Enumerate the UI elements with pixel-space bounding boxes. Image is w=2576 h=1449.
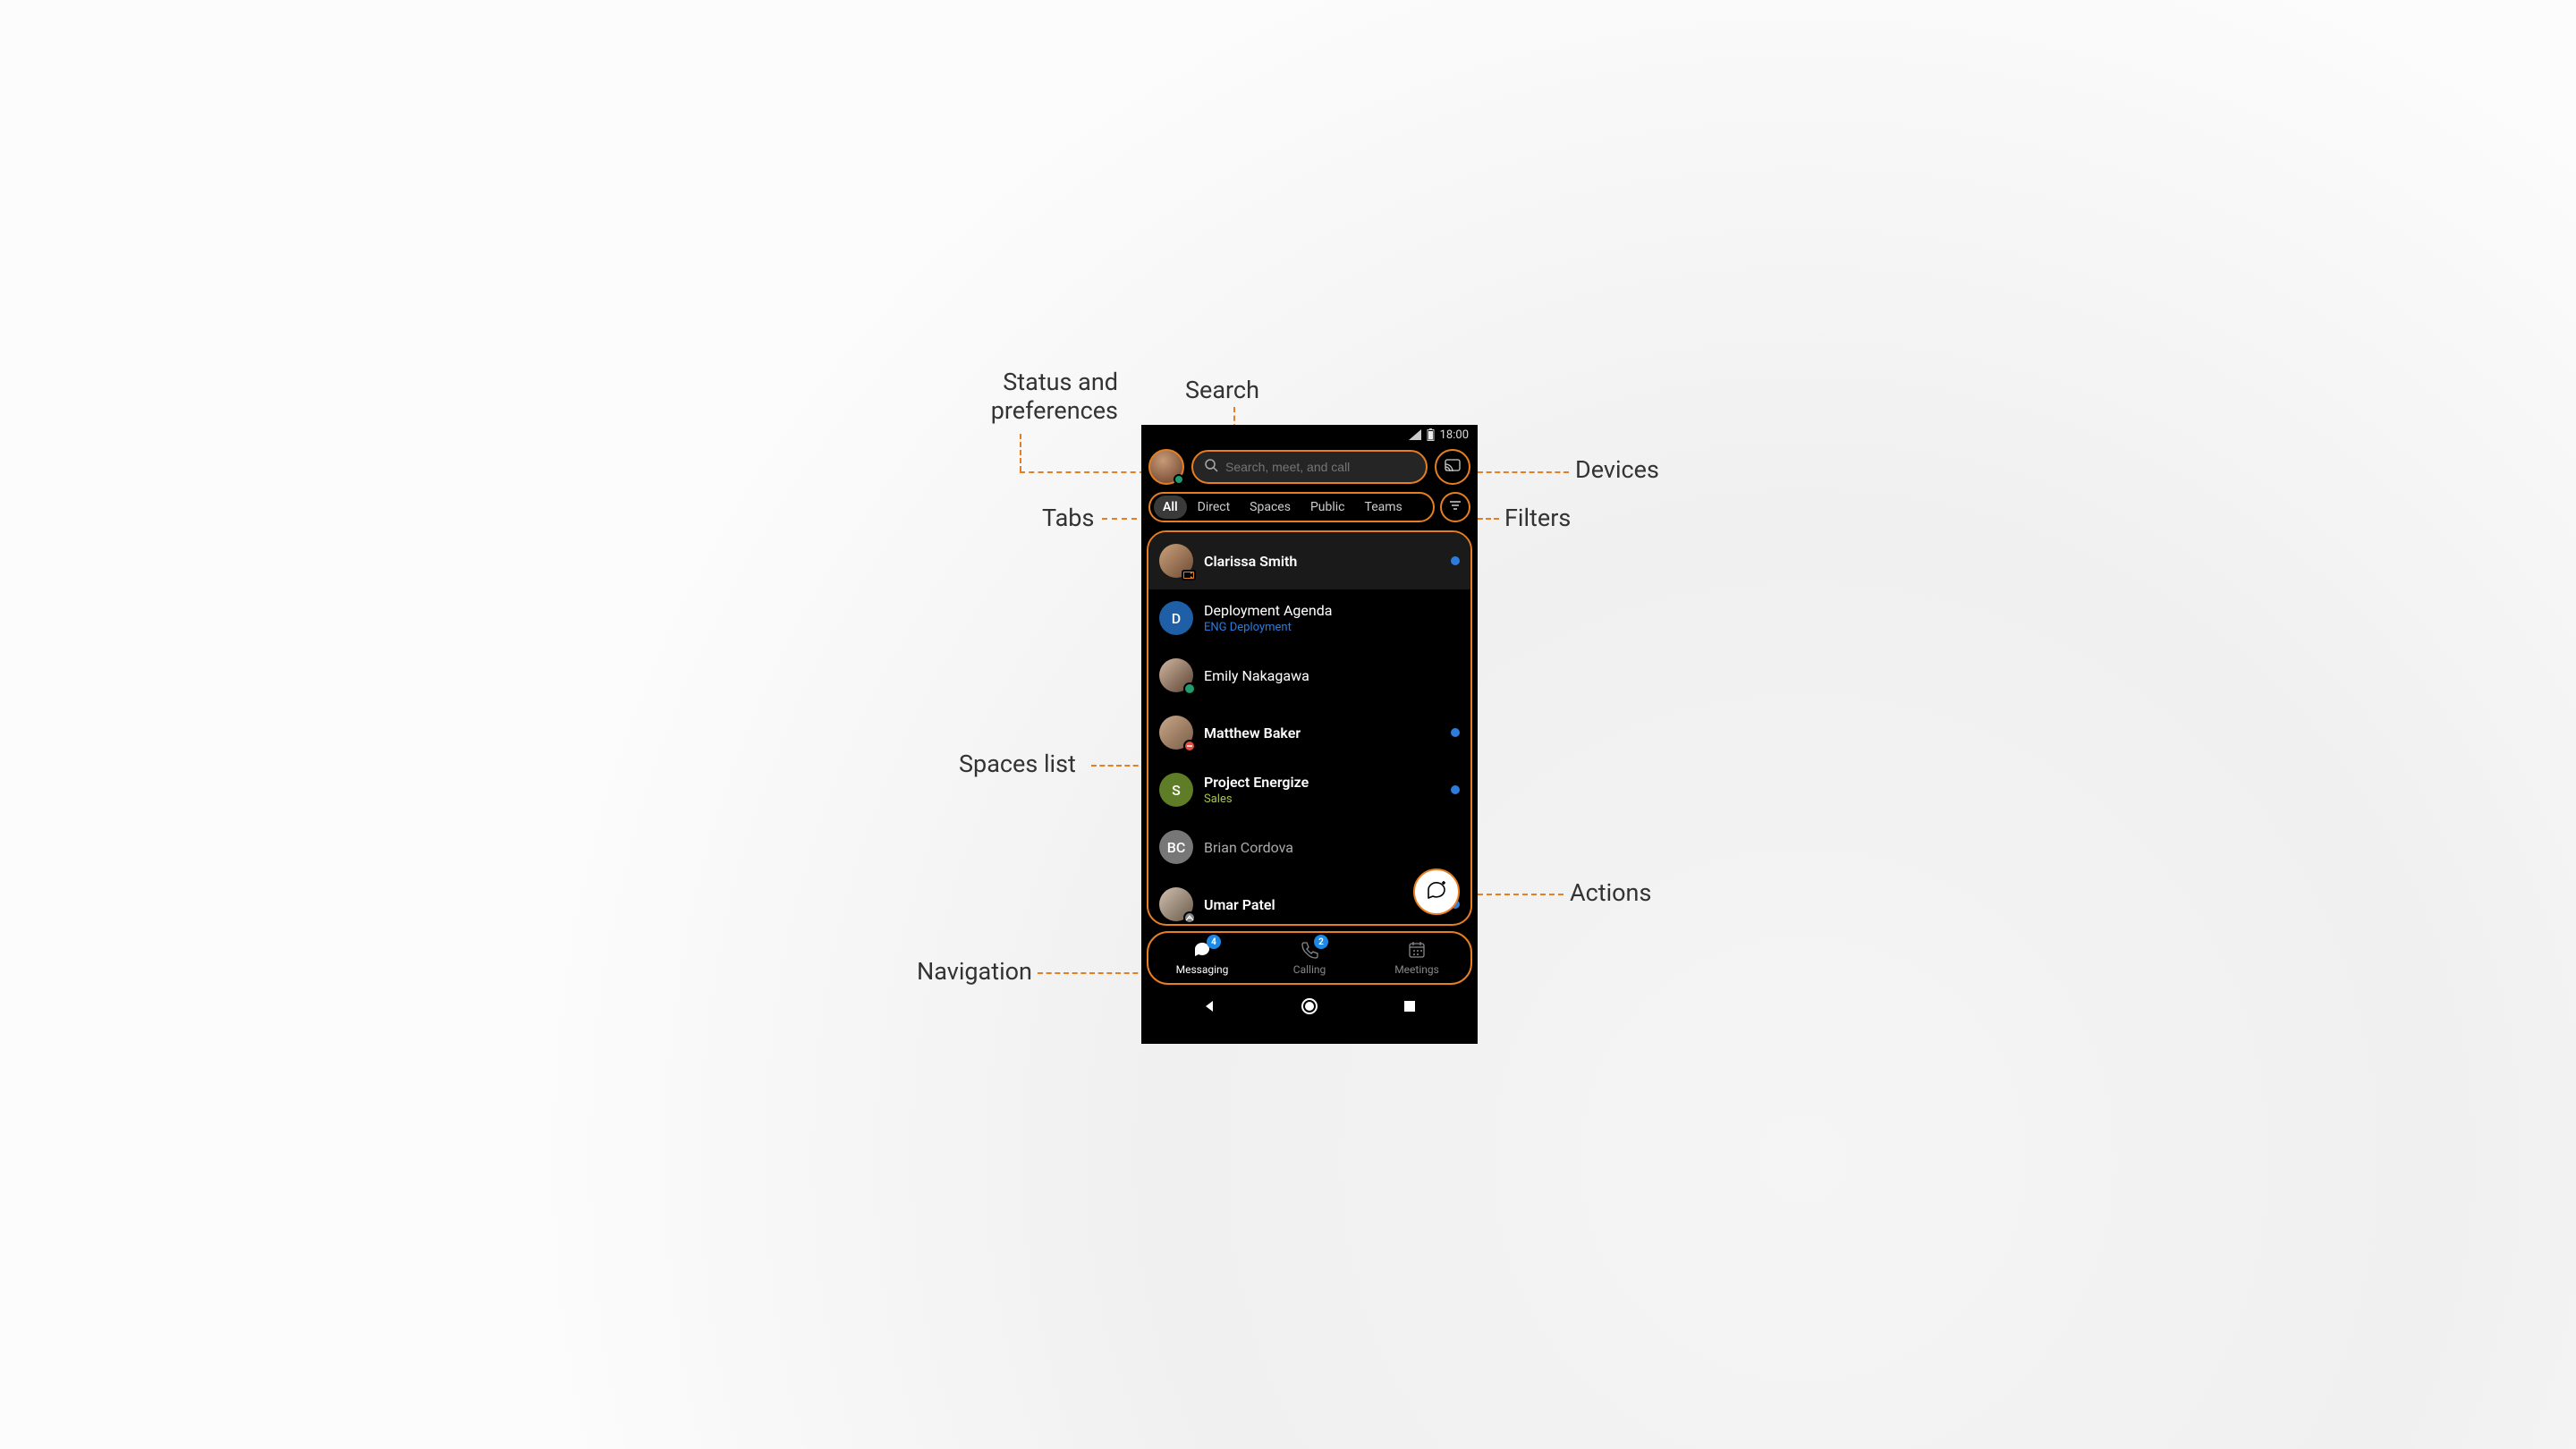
nav-label: Meetings xyxy=(1394,963,1439,976)
phone-frame: 18:00 AllDirectSpacesPublicTeams xyxy=(1141,425,1478,1044)
avatar xyxy=(1159,716,1193,750)
nav-label: Messaging xyxy=(1176,963,1229,976)
list-item-title: Umar Patel xyxy=(1204,896,1440,913)
avatar xyxy=(1159,544,1193,578)
tab-teams[interactable]: Teams xyxy=(1356,496,1411,519)
callout-filters: Filters xyxy=(1504,504,1571,532)
recents-button[interactable] xyxy=(1401,997,1419,1015)
avatar xyxy=(1159,658,1193,692)
unread-dot-icon xyxy=(1451,785,1460,794)
list-item[interactable]: D Deployment Agenda ENG Deployment xyxy=(1148,589,1470,647)
callout-status-prefs: Status and preferences xyxy=(939,368,1118,425)
list-item-title: Matthew Baker xyxy=(1204,724,1440,741)
connector xyxy=(1478,471,1569,473)
callout-actions: Actions xyxy=(1570,878,1651,907)
list-item-text: Matthew Baker xyxy=(1204,724,1440,741)
callout-navigation: Navigation xyxy=(917,957,1032,986)
connector xyxy=(1469,894,1563,895)
profile-avatar-button[interactable] xyxy=(1148,449,1184,485)
search-bar[interactable] xyxy=(1191,450,1428,484)
list-item-text: Deployment Agenda ENG Deployment xyxy=(1204,602,1460,634)
dnd-badge-icon xyxy=(1183,740,1196,752)
phone-icon: 2 xyxy=(1300,940,1319,960)
top-row xyxy=(1141,445,1478,489)
android-nav-bar xyxy=(1141,985,1478,1028)
presence-dot-icon xyxy=(1174,474,1184,485)
list-item-subtitle: Sales xyxy=(1204,792,1440,806)
callout-tabs: Tabs xyxy=(1042,504,1094,532)
list-item-title: Deployment Agenda xyxy=(1204,602,1460,619)
calendar-icon xyxy=(1407,940,1427,960)
avatar xyxy=(1159,887,1193,921)
list-item[interactable]: Clarissa Smith xyxy=(1148,532,1470,589)
list-item-title: Clarissa Smith xyxy=(1204,553,1440,570)
battery-icon xyxy=(1427,428,1435,441)
callout-spaces-list: Spaces list xyxy=(959,750,1076,778)
connector xyxy=(1091,765,1147,767)
connector xyxy=(1038,972,1147,974)
list-item-title: Emily Nakagawa xyxy=(1204,667,1460,684)
spaces-list: Clarissa Smith D Deployment Agenda ENG Depl… xyxy=(1147,530,1472,926)
list-item-text: Emily Nakagawa xyxy=(1204,667,1460,684)
dot-badge-icon xyxy=(1183,682,1196,695)
avatar: S xyxy=(1159,773,1193,807)
avatar: D xyxy=(1159,601,1193,635)
list-item-text: Umar Patel xyxy=(1204,896,1440,913)
tab-public[interactable]: Public xyxy=(1301,496,1354,519)
tab-spaces[interactable]: Spaces xyxy=(1241,496,1300,519)
unread-dot-icon xyxy=(1451,556,1460,565)
connector xyxy=(1102,518,1147,520)
avatar: BC xyxy=(1159,830,1193,864)
bottom-nav: 4 Messaging 2 Calling Meetings xyxy=(1147,931,1472,985)
nav-calling[interactable]: 2 Calling xyxy=(1256,933,1363,983)
home-button[interactable] xyxy=(1301,997,1318,1015)
nav-label: Calling xyxy=(1293,963,1326,976)
devices-button[interactable] xyxy=(1435,449,1470,485)
nav-messaging[interactable]: 4 Messaging xyxy=(1148,933,1256,983)
list-item-text: Brian Cordova xyxy=(1204,839,1460,856)
list-item-subtitle: ENG Deployment xyxy=(1204,621,1460,634)
nav-badge: 2 xyxy=(1314,935,1328,949)
connector xyxy=(1020,434,1021,471)
list-item[interactable]: Matthew Baker xyxy=(1148,704,1470,761)
list-item-title: Project Energize xyxy=(1204,774,1440,791)
list-item-title: Brian Cordova xyxy=(1204,839,1460,856)
new-message-fab[interactable] xyxy=(1413,869,1460,915)
list-item[interactable]: Emily Nakagawa xyxy=(1148,647,1470,704)
unread-dot-icon xyxy=(1451,728,1460,737)
chat-icon: 4 xyxy=(1192,940,1212,960)
callout-search: Search xyxy=(1185,376,1259,404)
signal-icon xyxy=(1409,429,1421,440)
filter-icon xyxy=(1449,500,1462,514)
nav-meetings[interactable]: Meetings xyxy=(1363,933,1470,983)
android-status-bar: 18:00 xyxy=(1141,425,1478,445)
back-button[interactable] xyxy=(1200,997,1218,1015)
connector xyxy=(1478,518,1499,520)
list-item-text: Clarissa Smith xyxy=(1204,553,1440,570)
search-icon xyxy=(1204,458,1218,476)
list-item[interactable]: S Project EnergizeSales xyxy=(1148,761,1470,818)
cast-icon xyxy=(1445,459,1461,475)
callout-devices: Devices xyxy=(1575,455,1659,484)
list-item[interactable]: BC Brian Cordova xyxy=(1148,818,1470,876)
nav-badge: 4 xyxy=(1207,935,1221,949)
ooo-badge-icon xyxy=(1183,911,1196,924)
status-time: 18:00 xyxy=(1440,428,1469,442)
camera-badge-icon xyxy=(1182,570,1196,580)
list-item-text: Project EnergizeSales xyxy=(1204,774,1440,806)
tab-direct[interactable]: Direct xyxy=(1189,496,1240,519)
tabs-row: AllDirectSpacesPublicTeams xyxy=(1141,489,1478,525)
connector xyxy=(1020,471,1145,473)
filter-button[interactable] xyxy=(1440,492,1470,522)
compose-icon xyxy=(1425,878,1448,905)
tab-all[interactable]: All xyxy=(1154,496,1187,519)
search-input[interactable] xyxy=(1225,460,1415,474)
tabs-container: AllDirectSpacesPublicTeams xyxy=(1148,492,1435,522)
